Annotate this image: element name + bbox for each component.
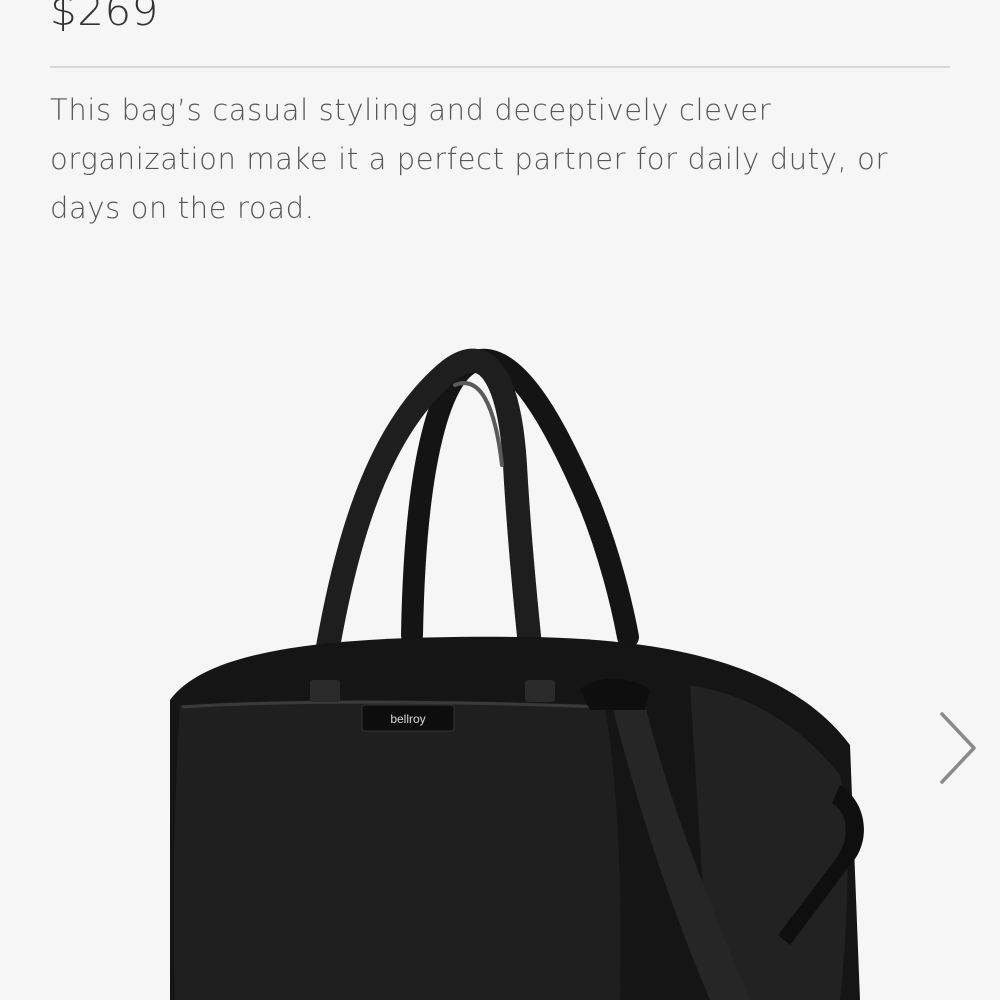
product-description: This bag’s casual styling and deceptivel… (50, 93, 888, 225)
divider (50, 66, 950, 68)
carousel-next-button[interactable] (930, 708, 990, 788)
product-price: $269 (50, 0, 159, 35)
bag-front-panel (173, 700, 621, 1000)
chevron-right-icon (940, 712, 976, 784)
product-page: $269 This bag’s casual styling and decep… (0, 0, 1000, 1000)
brand-tag-label: bellroy (390, 712, 425, 726)
handle-tab-right (525, 680, 555, 702)
handle-tab-left (310, 680, 340, 702)
product-image: bellroy (170, 348, 864, 1000)
